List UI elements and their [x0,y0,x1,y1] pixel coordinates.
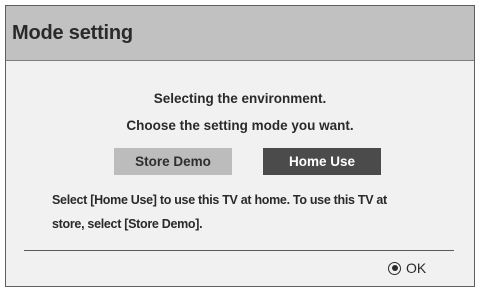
home-use-label: Home Use [288,154,356,169]
mode-setting-dialog: Mode setting Selecting the environment. … [5,5,475,287]
description-line-2: store, select [Store Demo]. [52,217,203,231]
ok-button[interactable]: OK [388,260,426,276]
description-line-1: Select [Home Use] to use this TV at home… [52,193,387,207]
dialog-title: Mode setting [12,21,133,44]
store-demo-button[interactable]: Store Demo [114,148,232,175]
ok-button-icon [388,261,401,275]
instruction-line-2: Choose the setting mode you want. [126,118,354,133]
instruction-line-1: Selecting the environment. [153,91,327,106]
store-demo-label: Store Demo [135,154,211,169]
divider [24,250,454,251]
dialog-body: Selecting the environment. Choose the se… [6,61,474,286]
dialog-titlebar: Mode setting [6,6,474,61]
description-text: Select [Home Use] to use this TV at home… [52,188,444,236]
home-use-button[interactable]: Home Use [263,148,381,175]
ok-label: OK [406,260,427,276]
